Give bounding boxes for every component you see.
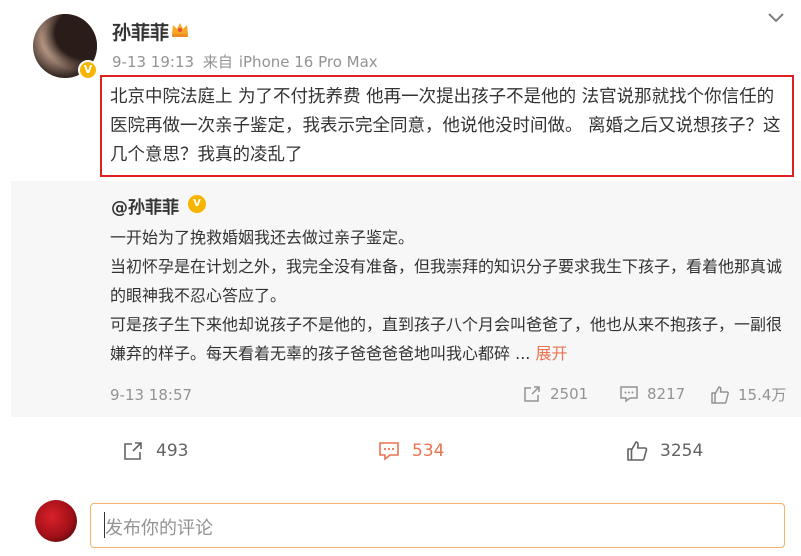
source-device[interactable]: iPhone 16 Pro Max <box>239 53 378 71</box>
repost-ellipsis: ... <box>510 344 536 363</box>
like-count: 3254 <box>660 441 704 461</box>
weibo-post: V 孙菲菲 9-13 19:13 来自 iPhone 16 Pro Max 北京中… <box>0 0 801 556</box>
repost-verified-badge-icon: V <box>188 195 206 213</box>
repost-button[interactable]: 493 <box>122 440 188 462</box>
thumbs-up-icon <box>627 441 648 461</box>
repost-line: 一开始为了挽救婚姻我还去做过亲子鉴定。 <box>110 228 415 247</box>
post-time: 9-13 19:13 <box>112 53 195 71</box>
repost-user[interactable]: @孙菲菲 <box>111 193 179 218</box>
crown-icon <box>172 23 188 37</box>
thumbs-up-icon <box>711 385 729 404</box>
repost-line: 当初怀孕是在计划之外，我完全没有准备，但我崇拜的知识分子要求我生下孩子，看着他那… <box>110 257 783 305</box>
comment-icon <box>379 442 399 461</box>
my-avatar[interactable] <box>35 500 77 542</box>
verified-badge-icon: V <box>78 60 98 80</box>
share-icon <box>124 442 142 460</box>
repost-repost-button[interactable]: 2501 <box>522 384 588 404</box>
repost-like-count: 15.4万 <box>738 386 787 404</box>
source-prefix: 来自 <box>202 53 233 71</box>
post-meta: 9-13 19:13 来自 iPhone 16 Pro Max <box>112 51 378 72</box>
text-caret <box>104 512 105 538</box>
comment-count: 534 <box>412 441 445 461</box>
expand-link[interactable]: 展开 <box>535 344 567 363</box>
chevron-down-icon[interactable] <box>766 10 786 26</box>
repost-time: 9-13 18:57 <box>110 386 193 404</box>
post-text: 北京中院法庭上 为了不付抚养费 他再一次提出孩子不是他的 法官说那就找个你信任的… <box>110 87 781 165</box>
repost-count: 493 <box>156 441 189 461</box>
comment-input[interactable]: 发布你的评论 <box>90 503 785 548</box>
share-icon <box>524 386 540 402</box>
comment-button[interactable]: 534 <box>378 440 444 462</box>
repost-text: 一开始为了挽救婚姻我还去做过亲子鉴定。 当初怀孕是在计划之外，我完全没有准备，但… <box>110 223 790 368</box>
comment-icon <box>620 386 638 403</box>
repost-comment-count: 8217 <box>647 385 686 403</box>
repost-repost-count: 2501 <box>550 385 589 403</box>
repost-card[interactable]: @孙菲菲 V 一开始为了挽救婚姻我还去做过亲子鉴定。 当初怀孕是在计划之外，我完… <box>11 181 801 417</box>
like-button[interactable]: 3254 <box>626 440 703 462</box>
repost-like-button[interactable]: 15.4万 <box>710 384 786 405</box>
repost-comment-button[interactable]: 8217 <box>619 384 685 404</box>
author-name[interactable]: 孙菲菲 <box>112 18 169 45</box>
repost-line: 可是孩子生下来他却说孩子不是他的，直到孩子八个月会叫爸爸了，他也从来不抱孩子，一… <box>110 315 783 363</box>
